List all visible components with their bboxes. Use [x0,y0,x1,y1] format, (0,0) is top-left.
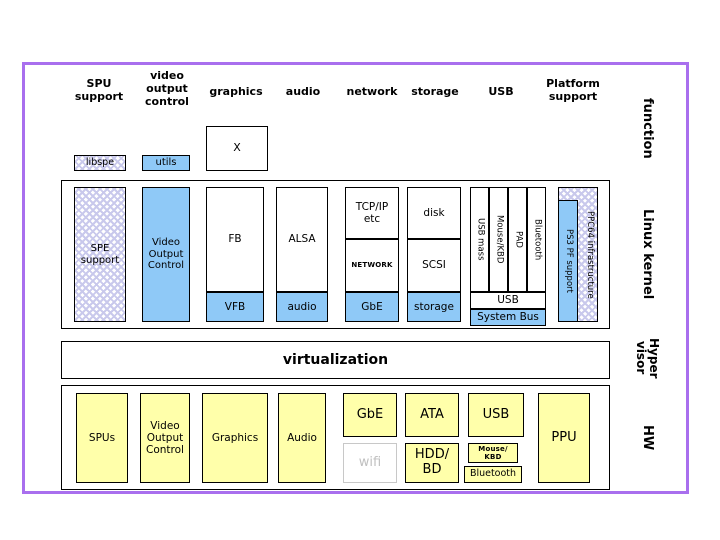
hw-mouse-kbd-box[interactable]: Mouse/KBD [468,443,518,463]
virtualization-band[interactable]: virtualization [61,341,610,379]
kernel-bluetooth-box[interactable]: Bluetooth [527,187,546,292]
kernel-vfb-box[interactable]: VFB [206,292,264,322]
kernel-pad-label: PAD [513,231,524,248]
kernel-ps3-pf-support-box[interactable]: PS3 PF support [558,200,578,322]
hw-usb-box[interactable]: USB [468,393,524,437]
kernel-usb-mass-label: USB mass [475,218,486,261]
hw-ata-box[interactable]: ATA [405,393,459,437]
kernel-ppc64-infrastructure-label: PPC64 infrastructure [585,210,595,299]
hw-bluetooth-box[interactable]: Bluetooth [464,466,522,483]
hw-graphics-box[interactable]: Graphics [202,393,268,483]
column-header-spu-support: SPU support [74,77,124,103]
kernel-video-output-control-box[interactable]: Video Output Control [142,187,190,322]
column-header-network: network [346,85,398,98]
column-header-graphics: graphics [209,85,263,98]
kernel-system-bus-box[interactable]: System Bus [470,309,546,326]
kernel-alsa-box[interactable]: ALSA [276,187,328,292]
hw-spus-box[interactable]: SPUs [76,393,128,483]
kernel-network-box[interactable]: NETWORK [345,239,399,292]
kernel-audio-box[interactable]: audio [276,292,328,322]
userspace-x-box[interactable]: X [206,126,268,171]
kernel-fb-box[interactable]: FB [206,187,264,292]
kernel-usb-mass-box[interactable]: USB mass [470,187,489,292]
band-label-hypervisor: Hyper visor [634,337,662,379]
kernel-mouse-kbd-box[interactable]: Mouse/KBD [489,187,508,292]
column-header-video-output-control: video output control [145,69,189,108]
hw-video-output-control-box[interactable]: Video Output Control [140,393,190,483]
hw-ppu-box[interactable]: PPU [538,393,590,483]
column-header-platform-support: Platform support [546,77,600,103]
band-label-linux-kernel: Linux kernel [640,208,656,300]
kernel-pad-box[interactable]: PAD [508,187,527,292]
hw-wifi-box[interactable]: wifi [343,443,397,483]
hw-gbe-box[interactable]: GbE [343,393,397,437]
kernel-mouse-kbd-label: Mouse/KBD [494,215,505,264]
band-label-hw: HW [640,425,656,451]
hw-hdd-bd-box[interactable]: HDD/BD [405,443,459,483]
column-header-storage: storage [411,85,459,98]
userspace-libspe-box[interactable]: libspe [74,155,126,171]
column-header-audio: audio [285,85,321,98]
diagram-canvas: SPU support video output control graphics a… [0,0,720,540]
kernel-ps3-pf-support-label: PS3 PF support [563,229,574,293]
hw-audio-box[interactable]: Audio [278,393,326,483]
kernel-disk-box[interactable]: disk [407,187,461,239]
kernel-scsi-box[interactable]: SCSI [407,239,461,292]
band-label-function: function [640,97,656,159]
kernel-tcpip-box[interactable]: TCP/IP etc [345,187,399,239]
kernel-gbe-box[interactable]: GbE [345,292,399,322]
column-header-usb: USB [488,85,514,98]
kernel-storage-box[interactable]: storage [407,292,461,322]
kernel-spe-support-box[interactable]: SPE support [74,187,126,322]
kernel-usb-box[interactable]: USB [470,292,546,309]
kernel-bluetooth-label: Bluetooth [532,218,543,261]
userspace-utils-box[interactable]: utils [142,155,190,171]
